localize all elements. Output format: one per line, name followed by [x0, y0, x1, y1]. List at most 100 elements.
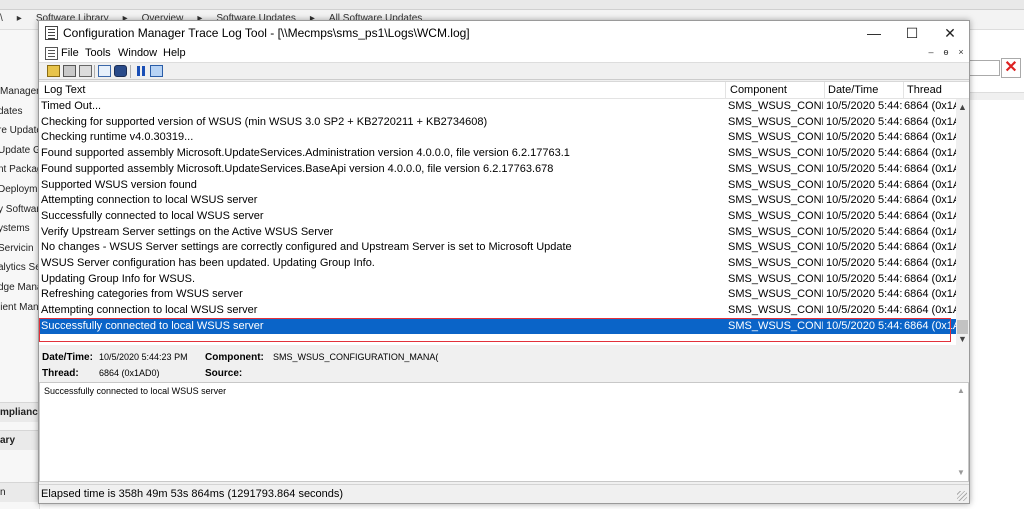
log-row[interactable]: Attempting connection to local WSUS serv… [39, 193, 957, 209]
column-component[interactable]: Component [730, 84, 787, 96]
pause-icon[interactable] [134, 65, 147, 77]
message-text-box[interactable]: Successfully connected to local WSUS ser… [39, 382, 969, 482]
nav-item[interactable]: Deploym [0, 184, 37, 195]
background-top-strip [0, 0, 1024, 10]
log-row[interactable]: No changes - WSUS Server settings are co… [39, 240, 957, 256]
background-search-input[interactable] [968, 60, 1000, 76]
log-row[interactable]: Supported WSUS version found SMS_WSUS_CON… [39, 178, 957, 194]
log-text-cell: Successfully connected to local WSUS ser… [41, 209, 264, 222]
log-row[interactable]: Found supported assembly Microsoft.Updat… [39, 162, 957, 178]
component-cell: SMS_WSUS_CONFIGU [728, 209, 823, 222]
log-vertical-scrollbar[interactable]: ▲ ▼ [956, 99, 969, 346]
open-icon[interactable] [47, 65, 60, 77]
datetime-cell: 10/5/2020 5:44:12 [826, 225, 903, 238]
print-preview-icon[interactable] [79, 65, 92, 77]
copy-icon[interactable] [98, 65, 111, 77]
thread-cell: 6864 (0x1A [904, 100, 957, 112]
datetime-cell: 10/5/2020 5:44:07 [826, 147, 903, 160]
thread-cell: 6864 (0x1A [904, 241, 957, 254]
document-icon[interactable] [45, 47, 58, 60]
log-row[interactable]: Successfully connected to local WSUS ser… [39, 209, 957, 225]
message-vertical-scrollbar[interactable]: ▲ ▼ [954, 383, 968, 481]
component-value: SMS_WSUS_CONFIGURATION_MANA( [273, 352, 439, 362]
highlight-icon[interactable] [150, 65, 163, 77]
column-divider[interactable] [725, 82, 726, 99]
column-date-time[interactable]: Date/Time [828, 84, 878, 96]
nav-item[interactable]: ystems [0, 223, 30, 234]
log-row[interactable]: WSUS Server configuration has been updat… [39, 256, 957, 272]
thread-cell: 6864 (0x1A [904, 115, 957, 128]
nav-item[interactable]: Manager [0, 86, 39, 97]
nav-item[interactable]: Servicin [0, 243, 34, 254]
datetime-cell: 10/5/2020 5:44:19 [826, 257, 903, 269]
log-row[interactable]: Found supported assembly Microsoft.Updat… [39, 146, 957, 162]
scroll-down-icon[interactable]: ▼ [956, 333, 969, 346]
nav-item[interactable]: dates [0, 106, 22, 117]
log-text-cell: No changes - WSUS Server settings are co… [41, 241, 572, 254]
close-button[interactable]: ✕ [931, 21, 969, 45]
log-row[interactable]: Successfully connected to local WSUS ser… [39, 318, 957, 335]
log-row[interactable]: Verify Upstream Server settings on the A… [39, 225, 957, 241]
nav-item[interactable]: y Softwar [0, 204, 39, 215]
menu-window[interactable]: Window [118, 47, 157, 59]
log-text-cell: Refreshing categories from WSUS server [41, 288, 243, 301]
log-row[interactable]: Checking runtime v4.0.30319... SMS_WSUS_C… [39, 130, 957, 146]
component-cell: SMS_WSUS_CONFIGU [728, 115, 823, 128]
datetime-cell: 10/5/2020 5:44:11 [826, 209, 903, 222]
component-cell: SMS_WSUS_CONFIGU [728, 147, 823, 160]
nav-item[interactable]: nt Packag [0, 164, 39, 175]
nav-section-header[interactable]: mpliance [0, 402, 39, 422]
thread-value: 6864 (0x1AD0) [99, 368, 160, 378]
thread-cell: 6864 (0x1A [904, 225, 957, 238]
thread-cell: 6864 (0x1A [904, 194, 957, 207]
log-row[interactable]: Attempting connection to local WSUS serv… [39, 303, 957, 319]
component-cell: SMS_WSUS_CONFIGU [728, 288, 823, 301]
scroll-up-icon[interactable]: ▲ [956, 101, 969, 114]
breadcrumb-item[interactable]: \ [0, 13, 3, 24]
menu-file[interactable]: File [61, 47, 79, 59]
log-rows: Timed Out...SMS_WSUS_CONFIGU10/5/2020 5:… [39, 99, 957, 346]
log-row[interactable]: Timed Out... SMS_WSUS_CONFIGU10/5/2020 5:… [39, 99, 957, 115]
thread-cell: 6864 (0x1A [904, 131, 957, 144]
datetime-label: Date/Time: [42, 352, 93, 363]
find-icon[interactable] [114, 65, 127, 77]
nav-item[interactable]: dge Mana [0, 282, 39, 293]
datetime-cell: 10/5/2020 5:44:23 [826, 319, 903, 332]
log-row[interactable]: Refreshing categories from WSUS server SM… [39, 287, 957, 303]
detail-panel: Date/Time: 10/5/2020 5:44:23 PM Componen… [39, 346, 969, 382]
mdi-close-button[interactable]: × [955, 47, 967, 57]
nav-item[interactable]: re Update [0, 125, 39, 136]
column-log-text[interactable]: Log Text [44, 84, 85, 96]
log-row[interactable]: Updating Group Info for WSUS. SMS_WSUS_CO… [39, 272, 957, 288]
nav-item[interactable]: lient Man [0, 302, 39, 313]
menu-help[interactable]: Help [163, 47, 186, 59]
log-text-cell: Found supported assembly Microsoft.Updat… [41, 162, 554, 175]
log-text-cell: Attempting connection to local WSUS serv… [41, 194, 258, 207]
nav-item[interactable]: alytics Se [0, 262, 39, 273]
mdi-restore-button[interactable]: ѳ [940, 47, 952, 57]
background-search-area: ✕ [968, 30, 1024, 509]
nav-section-header[interactable]: n [0, 482, 39, 502]
title-bar[interactable]: Configuration Manager Trace Log Tool - [… [39, 21, 969, 45]
trace-app-icon [45, 26, 58, 40]
column-divider[interactable] [903, 82, 904, 99]
print-icon[interactable] [63, 65, 76, 77]
log-text-cell: Supported WSUS version found [41, 178, 197, 191]
menu-tools[interactable]: Tools [85, 47, 111, 59]
trace-log-tool-window: Configuration Manager Trace Log Tool - [… [38, 20, 970, 504]
nav-section-header[interactable]: ary [0, 430, 39, 450]
log-row[interactable]: Checking for supported version of WSUS (… [39, 115, 957, 131]
scroll-thumb[interactable] [957, 320, 968, 334]
maximize-button[interactable]: ☐ [893, 21, 931, 45]
clear-search-icon[interactable]: ✕ [1001, 58, 1021, 78]
mdi-minimize-button[interactable]: – [925, 47, 937, 57]
resize-grip-icon[interactable] [957, 491, 967, 501]
nav-item[interactable]: Update Gr [0, 145, 39, 156]
column-thread[interactable]: Thread [907, 84, 942, 96]
column-divider[interactable] [824, 82, 825, 99]
scroll-up-icon[interactable]: ▲ [954, 385, 968, 397]
minimize-button[interactable]: — [855, 21, 893, 45]
status-bar: Elapsed time is 358h 49m 53s 864ms (1291… [39, 484, 969, 503]
scroll-down-icon[interactable]: ▼ [954, 467, 968, 479]
component-cell: SMS_WSUS_CONFIGU [728, 241, 823, 254]
